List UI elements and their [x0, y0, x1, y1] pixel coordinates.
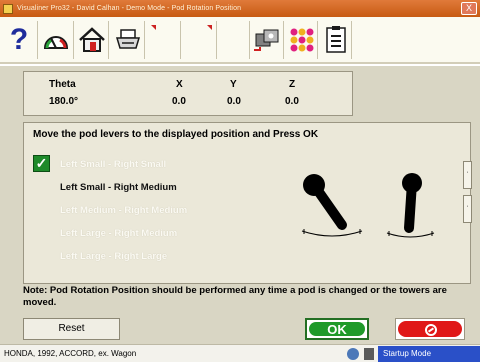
- position-data-panel: Theta X Y Z 180.0° 0.0 0.0 0.0: [23, 71, 353, 116]
- option-left-small-right-medium[interactable]: Left Small - Right Medium: [60, 182, 177, 193]
- window-title: Visualiner Pro32 - David Calhan - Demo M…: [17, 5, 242, 12]
- vehicle-info: HONDA, 1992, ACCORD, ex. Wagon: [4, 349, 137, 358]
- app-icon: [3, 3, 13, 14]
- option-left-large-right-large[interactable]: Left Large - Right Large: [60, 251, 167, 262]
- theta-value: 180.0°: [49, 96, 79, 107]
- status-bar: HONDA, 1992, ACCORD, ex. Wagon Startup M…: [0, 344, 480, 362]
- cancel-button[interactable]: [395, 318, 465, 340]
- main-area: Theta X Y Z 180.0° 0.0 0.0 0.0 Move the …: [0, 66, 480, 344]
- x-header: X: [176, 79, 183, 90]
- close-button[interactable]: X: [461, 2, 477, 15]
- left-pod-lever-icon: [301, 174, 363, 237]
- option-left-large-right-medium[interactable]: Left Large - Right Medium: [60, 228, 177, 239]
- z-value: 0.0: [285, 96, 299, 107]
- note-text: Note: Pod Rotation Position should be pe…: [23, 285, 447, 308]
- camera-swap-icon[interactable]: [250, 22, 284, 58]
- z-header: Z: [289, 79, 296, 90]
- device-icon: [364, 348, 374, 360]
- title-bar: Visualiner Pro32 - David Calhan - Demo M…: [0, 0, 480, 17]
- pod-lever-diagram: [301, 173, 435, 238]
- help-glyph: ?: [9, 23, 29, 56]
- printer-icon[interactable]: [111, 22, 145, 58]
- ok-button[interactable]: OK: [305, 318, 369, 340]
- reset-button[interactable]: Reset: [23, 318, 120, 340]
- pod-position-panel: Move the pod levers to the displayed pos…: [23, 122, 472, 284]
- gauge-icon[interactable]: [39, 22, 73, 58]
- toolbar: ?: [0, 17, 480, 64]
- confirm-checkbox[interactable]: ✓: [33, 155, 50, 172]
- network-icon: [347, 348, 359, 360]
- option-left-small-right-small[interactable]: Left Small - Right Small: [60, 159, 166, 170]
- y-header: Y: [230, 79, 237, 90]
- right-pod-lever-icon: [386, 173, 435, 238]
- theta-header: Theta: [49, 79, 76, 90]
- instruction-text: Move the pod levers to the displayed pos…: [33, 129, 319, 140]
- home-icon[interactable]: [75, 22, 109, 58]
- startup-mode-badge: Startup Mode: [378, 346, 480, 362]
- grid-dots-icon[interactable]: [285, 22, 319, 58]
- cancel-stop-icon: [398, 321, 462, 337]
- y-value: 0.0: [227, 96, 241, 107]
- option-left-medium-right-medium[interactable]: Left Medium - Right Medium: [60, 205, 187, 216]
- help-icon[interactable]: ?: [2, 22, 36, 58]
- x-value: 0.0: [172, 96, 186, 107]
- ok-label: OK: [309, 322, 365, 337]
- checklist-icon[interactable]: [319, 22, 353, 58]
